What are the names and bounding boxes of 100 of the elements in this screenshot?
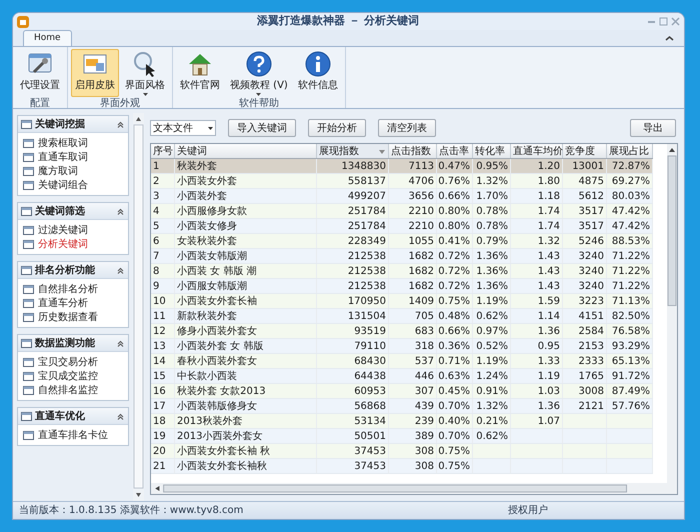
table-row[interactable]: 7 小西装女韩版潮 212538 1682 0.72% 1.36% 1.43 3240 71.22% xyxy=(151,249,653,264)
table-row[interactable]: 13 小西装外套 女 韩版 79110 318 0.36% 0.52% 0.95 2153 93.29% xyxy=(151,339,653,354)
table-row[interactable]: 4 小西服修身女款 251784 2210 0.80% 0.78% 1.74 3517 47.42% xyxy=(151,204,653,219)
sidebar-link[interactable]: 直通车取词 xyxy=(38,150,88,164)
sidebar-link[interactable]: 过滤关键词 xyxy=(38,222,88,238)
ribbon-button[interactable]: 软件信息 xyxy=(294,49,342,97)
toolbar-button[interactable]: 导入关键词 xyxy=(228,119,296,137)
table-cell-text: 69.27% xyxy=(612,174,650,188)
table-cell-text: 499207 xyxy=(348,190,386,204)
sidebar-link[interactable]: 自然排名监控 xyxy=(38,382,98,398)
table-row[interactable]: 10 小西装女外套长袖 170950 1409 0.75% 1.19% 1.59 3223 71.13% xyxy=(151,294,653,309)
table-row[interactable]: 6 女装秋装外套 228349 1055 0.41% 0.79% 1.32 5246 88.53% xyxy=(151,234,653,249)
table-cell-text: 小西装女外套长袖秋 xyxy=(177,460,267,474)
sidebar-link[interactable]: 宝贝成交监控 xyxy=(38,368,98,384)
collapse-button[interactable] xyxy=(116,206,125,216)
table-cell-text: 0.62% xyxy=(476,310,508,324)
table-cell-text: 47.42% xyxy=(612,220,650,234)
sidebar-link[interactable]: 魔方取词 xyxy=(38,164,78,178)
table-row[interactable]: 21 小西装女外套长袖秋 37453 308 0.75% xyxy=(151,459,653,474)
table-cell-text: 1 xyxy=(153,160,160,174)
toolbar-button[interactable]: 清空列表 xyxy=(378,119,436,137)
column-header[interactable]: 点击率 xyxy=(437,144,473,158)
sidebar-link[interactable]: 自然排名分析 xyxy=(38,282,98,296)
column-header[interactable]: 点击指数 xyxy=(389,144,437,158)
item-icon xyxy=(23,284,34,294)
toolbar-button[interactable]: 开始分析 xyxy=(308,119,366,137)
ribbon-button[interactable]: 软件官网 xyxy=(176,49,224,97)
table-cell-text: 60953 xyxy=(354,384,386,398)
table-cell-text: 21 xyxy=(153,460,166,474)
column-header[interactable]: 展现指数 xyxy=(317,144,389,158)
table-cell-text: 308 xyxy=(414,444,434,458)
table-scrollbar[interactable] xyxy=(667,144,677,483)
column-header[interactable]: 展现占比 xyxy=(607,144,653,158)
table-row[interactable]: 15 中长款小西装 64438 446 0.63% 1.24% 1.19 1765 91.72% xyxy=(151,369,653,384)
table-row[interactable]: 18 2013秋装外套 53134 239 0.40% 0.21% 1.07 xyxy=(151,414,653,429)
sort-arrow-icon xyxy=(379,150,385,154)
collapse-button[interactable] xyxy=(116,412,125,420)
table-row[interactable]: 16 秋装外套 女款2013 60953 307 0.45% 0.91% 1.03 3008 87.49% xyxy=(151,384,653,399)
collapse-button[interactable] xyxy=(116,338,125,348)
panel-header-icon xyxy=(21,264,32,276)
table-cell-text: 小西装外套 xyxy=(177,190,227,204)
table-row[interactable]: 19 2013小西装外套女 50501 389 0.70% 0.62% xyxy=(151,429,653,444)
collapse-ribbon-icon[interactable] xyxy=(665,34,674,43)
table-cell-text: 小西服女韩版潮 xyxy=(177,280,247,294)
sidebar-link[interactable]: 宝贝交易分析 xyxy=(38,354,98,370)
table-cell-text: 1.36% xyxy=(476,250,508,264)
table-cell-text: 308 xyxy=(414,460,434,474)
sidebar-link[interactable]: 直通车排名卡位 xyxy=(38,428,108,442)
collapse-button[interactable] xyxy=(116,266,125,274)
item-icon xyxy=(23,298,34,308)
export-button[interactable]: 导出 xyxy=(630,119,676,137)
table-row[interactable]: 20 小西装女外套长袖 秋 37453 308 0.75% xyxy=(151,444,653,459)
table-cell-text: 12 xyxy=(153,324,166,338)
ribbon-button[interactable]: 启用皮肤 xyxy=(71,49,119,97)
table-cell-text: 1682 xyxy=(408,264,434,278)
table-row[interactable]: 8 小西装 女 韩版 潮 212538 1682 0.72% 1.36% 1.43 3240 71.22% xyxy=(151,264,653,279)
table-cell-text: 0.80% xyxy=(438,220,470,234)
collapse-button[interactable] xyxy=(116,120,125,128)
table-row[interactable]: 9 小西服女韩版潮 212538 1682 0.72% 1.36% 1.43 3240 71.22% xyxy=(151,279,653,294)
sidebar-link[interactable]: 历史数据查看 xyxy=(38,310,98,324)
table-row[interactable]: 12 修身小西装外套女 93519 683 0.66% 0.97% 1.36 2584 76.58% xyxy=(151,324,653,339)
sidebar-link[interactable]: 搜索框取词 xyxy=(38,136,88,150)
table-cell-text: 18 xyxy=(153,414,166,428)
table-cell-text: 1.43 xyxy=(538,280,560,294)
column-header[interactable]: 转化率 xyxy=(473,144,511,158)
table-cell-text: 56868 xyxy=(354,400,386,414)
table-cell-text: 小西装韩版修身女 xyxy=(177,400,257,414)
table-cell-text: 1.74 xyxy=(538,204,560,218)
ribbon-tab[interactable]: Home xyxy=(23,30,72,46)
app-logo-icon xyxy=(17,16,29,28)
table-row[interactable]: 14 春秋小西装外套女 68430 537 0.71% 1.19% 1.33 2333 65.13% xyxy=(151,354,653,369)
column-header[interactable]: 竞争度 xyxy=(563,144,607,158)
sidebar-link[interactable]: 直通车分析 xyxy=(38,296,88,310)
table-row[interactable]: 11 新款秋装外套 131504 705 0.48% 0.62% 1.14 4151 82.50% xyxy=(151,309,653,324)
sidebar-link[interactable]: 分析关键词 xyxy=(38,236,88,252)
ribbon-group-label: 界面外观 xyxy=(99,97,141,110)
column-header[interactable]: 直通车均价 xyxy=(511,144,563,158)
ribbon-button[interactable]: 代理设置 xyxy=(16,49,64,97)
table-cell-text: 0.76% xyxy=(438,174,470,188)
table-cell-text: 537 xyxy=(414,354,434,368)
table-row[interactable]: 1 秋装外套 1348830 7113 0.47% 0.95% 1.20 13001 72.87% xyxy=(151,159,653,174)
table-cell-text: 新款秋装外套 xyxy=(177,310,237,324)
ribbon-group-label: 软件帮助 xyxy=(238,97,280,110)
table-row[interactable]: 17 小西装韩版修身女 56868 439 0.70% 1.32% 1.36 2121 57.76% xyxy=(151,399,653,414)
table-cell-text: 47.42% xyxy=(612,204,650,218)
horizontal-scrollbar[interactable] xyxy=(151,483,677,494)
ribbon-button[interactable]: 界面风格 xyxy=(121,49,169,97)
column-header[interactable]: 序号 xyxy=(151,144,175,158)
table-row[interactable]: 2 小西装女外套 558137 4706 0.76% 1.32% 1.80 4875 69.27% xyxy=(151,174,653,189)
sidebar-link[interactable]: 关键词组合 xyxy=(38,178,88,192)
table-cell-text: 2210 xyxy=(408,204,434,218)
table-cell-text: 0.70% xyxy=(438,400,470,414)
source-dropdown[interactable]: 文本文件 xyxy=(150,120,216,136)
table-cell-text: 0.66% xyxy=(438,190,470,204)
ribbon-button[interactable]: 视频教程 (V) xyxy=(226,49,292,97)
table-row[interactable]: 5 小西装女修身 251784 2210 0.80% 0.78% 1.74 3517 47.42% xyxy=(151,219,653,234)
panel-title: 数据监测功能 xyxy=(35,336,96,350)
table-cell-text: 37453 xyxy=(354,444,386,458)
table-cell-text: 72.87% xyxy=(612,160,650,174)
table-row[interactable]: 3 小西装外套 499207 3656 0.66% 1.70% 1.18 5612 80.03% xyxy=(151,189,653,204)
